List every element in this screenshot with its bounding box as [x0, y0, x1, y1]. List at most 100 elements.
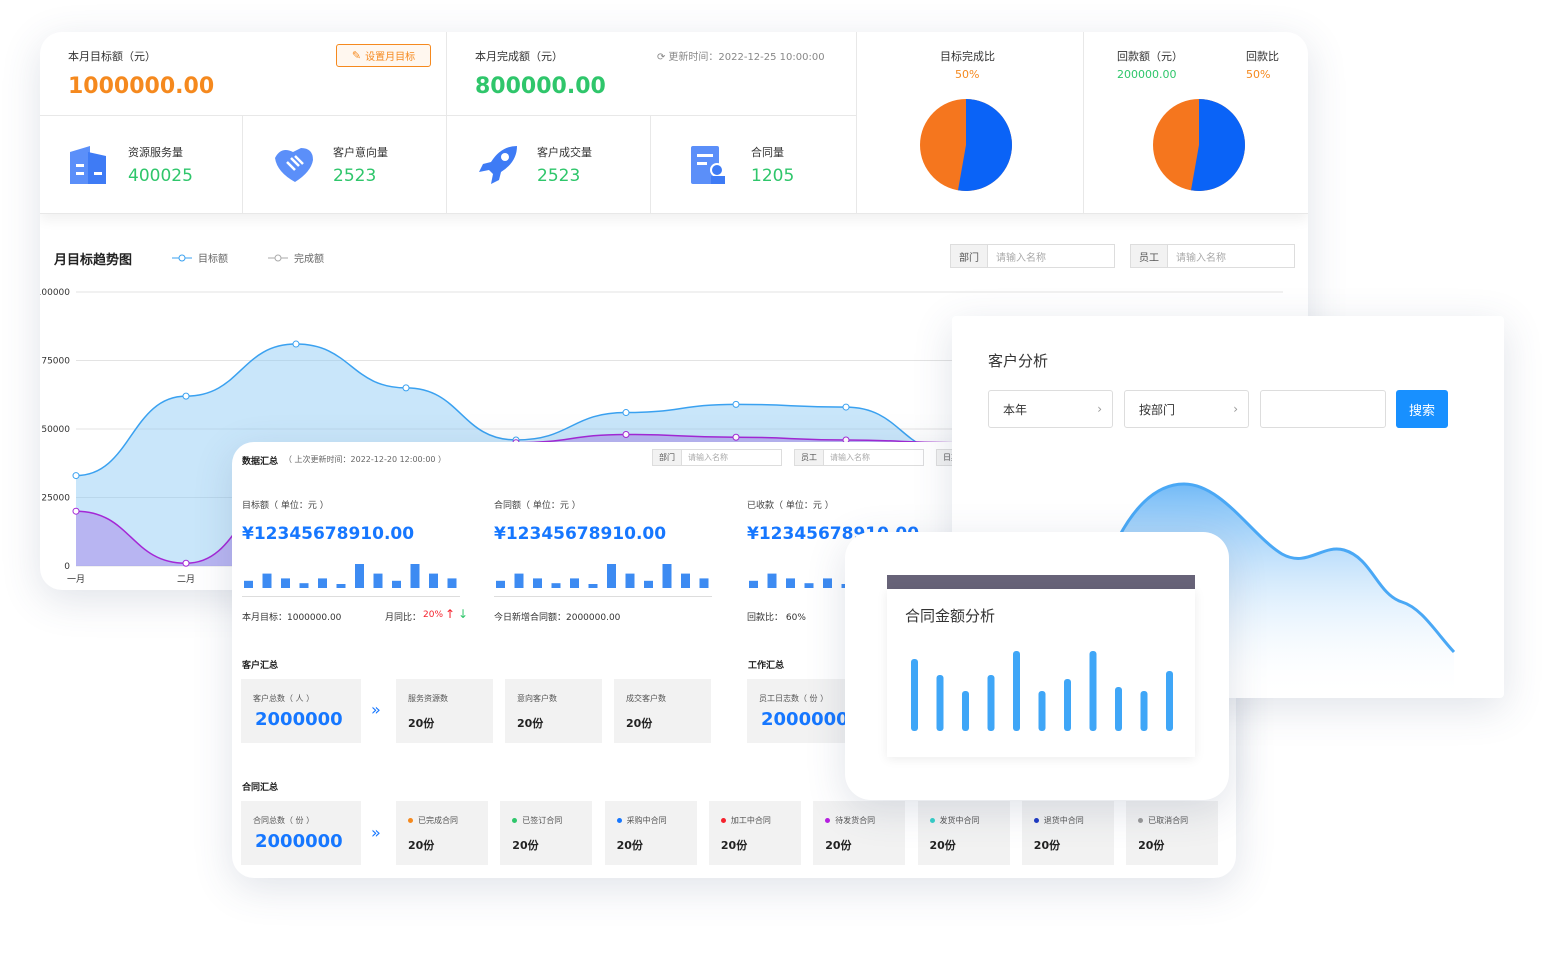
trend-dept-filter[interactable]: 部门 请输入名称	[950, 244, 1115, 268]
work-total-value: 2000000	[761, 709, 849, 730]
search-button[interactable]: 搜索	[1396, 390, 1448, 428]
series-point[interactable]	[732, 433, 740, 441]
staff-input[interactable]: 请输入名称	[1168, 245, 1234, 267]
trend-staff-filter[interactable]: 员工 请输入名称	[1130, 244, 1295, 268]
legend-target[interactable]: 目标额	[172, 250, 228, 265]
contract-item-box[interactable]: 已签订合同 20份	[500, 801, 593, 865]
staff-tag: 员工	[1131, 245, 1168, 267]
contract-item-box[interactable]: 发货中合同 20份	[917, 801, 1010, 865]
arrow-down-icon: ↓	[458, 607, 469, 621]
set-target-button[interactable]: ✎ 设置月目标	[336, 44, 431, 67]
contract-item-label: 退货中合同	[1033, 815, 1084, 826]
y-tick-label: 75000	[41, 357, 70, 367]
contract-item-value: 20份	[929, 839, 956, 852]
series-point[interactable]	[182, 392, 190, 400]
contract-bar	[1038, 691, 1046, 731]
mini-bar	[570, 578, 579, 588]
refresh-icon[interactable]: ⟳	[657, 52, 665, 63]
customer-item-box[interactable]: 服务资源数 20份	[396, 679, 493, 743]
stat-label: 合同量	[751, 146, 784, 159]
customer-total-box[interactable]: 客户总数（ 人 ） 2000000	[241, 679, 361, 743]
monthly-done-cell: 本月完成额（元） 800000.00 ⟳ 更新时间：2022-12-25 10:0…	[447, 32, 857, 116]
summary-staff-filter[interactable]: 员工 请输入名称	[794, 449, 924, 466]
contract-item-label: 加工中合同	[720, 815, 771, 826]
mini-bar	[551, 583, 561, 588]
contract-bar	[911, 659, 918, 731]
series-point[interactable]	[72, 507, 80, 515]
contract-icon	[691, 146, 725, 184]
mini-bar	[767, 573, 777, 588]
target-ratio-pie	[920, 99, 1012, 191]
year-select[interactable]: 本年 ›	[988, 390, 1113, 428]
contract-bar	[1166, 671, 1173, 731]
contract-total-value: 2000000	[255, 831, 343, 852]
mini-bar	[749, 580, 758, 588]
legend-done[interactable]: 完成额	[268, 250, 324, 265]
contract-item-label-text: 已签订合同	[522, 816, 563, 825]
dept-input[interactable]: 请输入名称	[988, 245, 1054, 267]
payment-cell: 回款额（元） 200000.00 回款比 50%	[1084, 32, 1308, 214]
summary-title: 数据汇总	[242, 457, 279, 467]
contract-label: 合同额（ 单位：元 ）	[494, 501, 581, 511]
mini-bar	[681, 573, 690, 588]
customer-total-value: 2000000	[255, 709, 343, 730]
contract-analysis-title: 合同金额分析	[905, 607, 996, 625]
series-point[interactable]	[842, 403, 850, 411]
contract-item-box[interactable]: 采购中合同 20份	[604, 801, 697, 865]
contract-item-label-text: 待发货合同	[835, 816, 876, 825]
chevron-right-icon: ›	[1233, 402, 1238, 416]
stat-value: 1205	[751, 166, 795, 186]
customer-item-box[interactable]: 意向客户数 20份	[505, 679, 602, 743]
contract-total-label: 合同总数（ 份 ）	[253, 816, 315, 825]
series-point[interactable]	[732, 400, 740, 408]
stat-label: 资源服务量	[128, 146, 183, 159]
series-point[interactable]	[622, 430, 630, 438]
monthly-done-value: 800000.00	[475, 74, 606, 99]
dept-select[interactable]: 按部门 ›	[1124, 390, 1249, 428]
contract-total-box[interactable]: 合同总数（ 份 ） 2000000	[241, 801, 361, 865]
staff-input[interactable]: 请输入名称	[824, 450, 876, 465]
summary-dept-filter[interactable]: 部门 请输入名称	[652, 449, 782, 466]
divider	[494, 596, 712, 597]
series-point[interactable]	[622, 409, 630, 417]
y-tick-label: 0	[64, 562, 70, 572]
x-tick-label: 一月	[67, 574, 85, 585]
mini-bar	[514, 573, 524, 588]
target-ratio-label: 目标完成比	[940, 50, 995, 63]
mini-bar	[644, 580, 653, 588]
series-point[interactable]	[292, 340, 300, 348]
customer-summary-title: 客户汇总	[242, 661, 279, 671]
contract-item-box[interactable]: 加工中合同 20份	[708, 801, 801, 865]
contract-bar	[1064, 679, 1071, 731]
mini-bar	[588, 584, 598, 588]
payment-ratio-pie	[1153, 99, 1245, 191]
contract-item-box[interactable]: 待发货合同 20份	[813, 801, 906, 865]
target-sub: 本月目标：1000000.00	[242, 613, 342, 623]
contract-item-value: 20份	[1138, 839, 1165, 852]
status-dot-icon	[929, 818, 935, 823]
contract-card-header	[887, 575, 1195, 589]
summary-updated: （ 上次更新时间：2022-12-20 12:00:00 ）	[284, 455, 447, 464]
dept-select-value: 按部门	[1139, 402, 1176, 417]
customer-item-box[interactable]: 成交客户数 20份	[614, 679, 711, 743]
dept-input[interactable]: 请输入名称	[682, 450, 734, 465]
payment-label: 回款额（元）	[1117, 50, 1183, 63]
mini-bar	[299, 583, 309, 588]
series-point[interactable]	[402, 384, 410, 392]
series-point[interactable]	[182, 559, 190, 567]
contract-item-label-text: 采购中合同	[626, 816, 667, 825]
mini-bar	[447, 578, 457, 588]
contract-item-box[interactable]: 已取消合同 20份	[1126, 801, 1219, 865]
payment-value: 200000.00	[1117, 68, 1177, 81]
building-icon	[70, 146, 106, 184]
contract-item-box[interactable]: 退货中合同 20份	[1021, 801, 1114, 865]
series-point[interactable]	[72, 472, 80, 480]
mini-bar	[336, 584, 346, 588]
update-time: ⟳ 更新时间：2022-12-25 10:00:00	[657, 48, 825, 63]
contract-item-box[interactable]: 已完成合同 20份	[396, 801, 488, 865]
contract-item-label-text: 已取消合同	[1148, 816, 1189, 825]
search-input[interactable]	[1260, 390, 1386, 428]
target-value: ¥12345678910.00	[242, 524, 415, 544]
mom-label: 月同比：	[385, 613, 422, 623]
contract-amount-card: 合同金额分析	[845, 532, 1229, 800]
